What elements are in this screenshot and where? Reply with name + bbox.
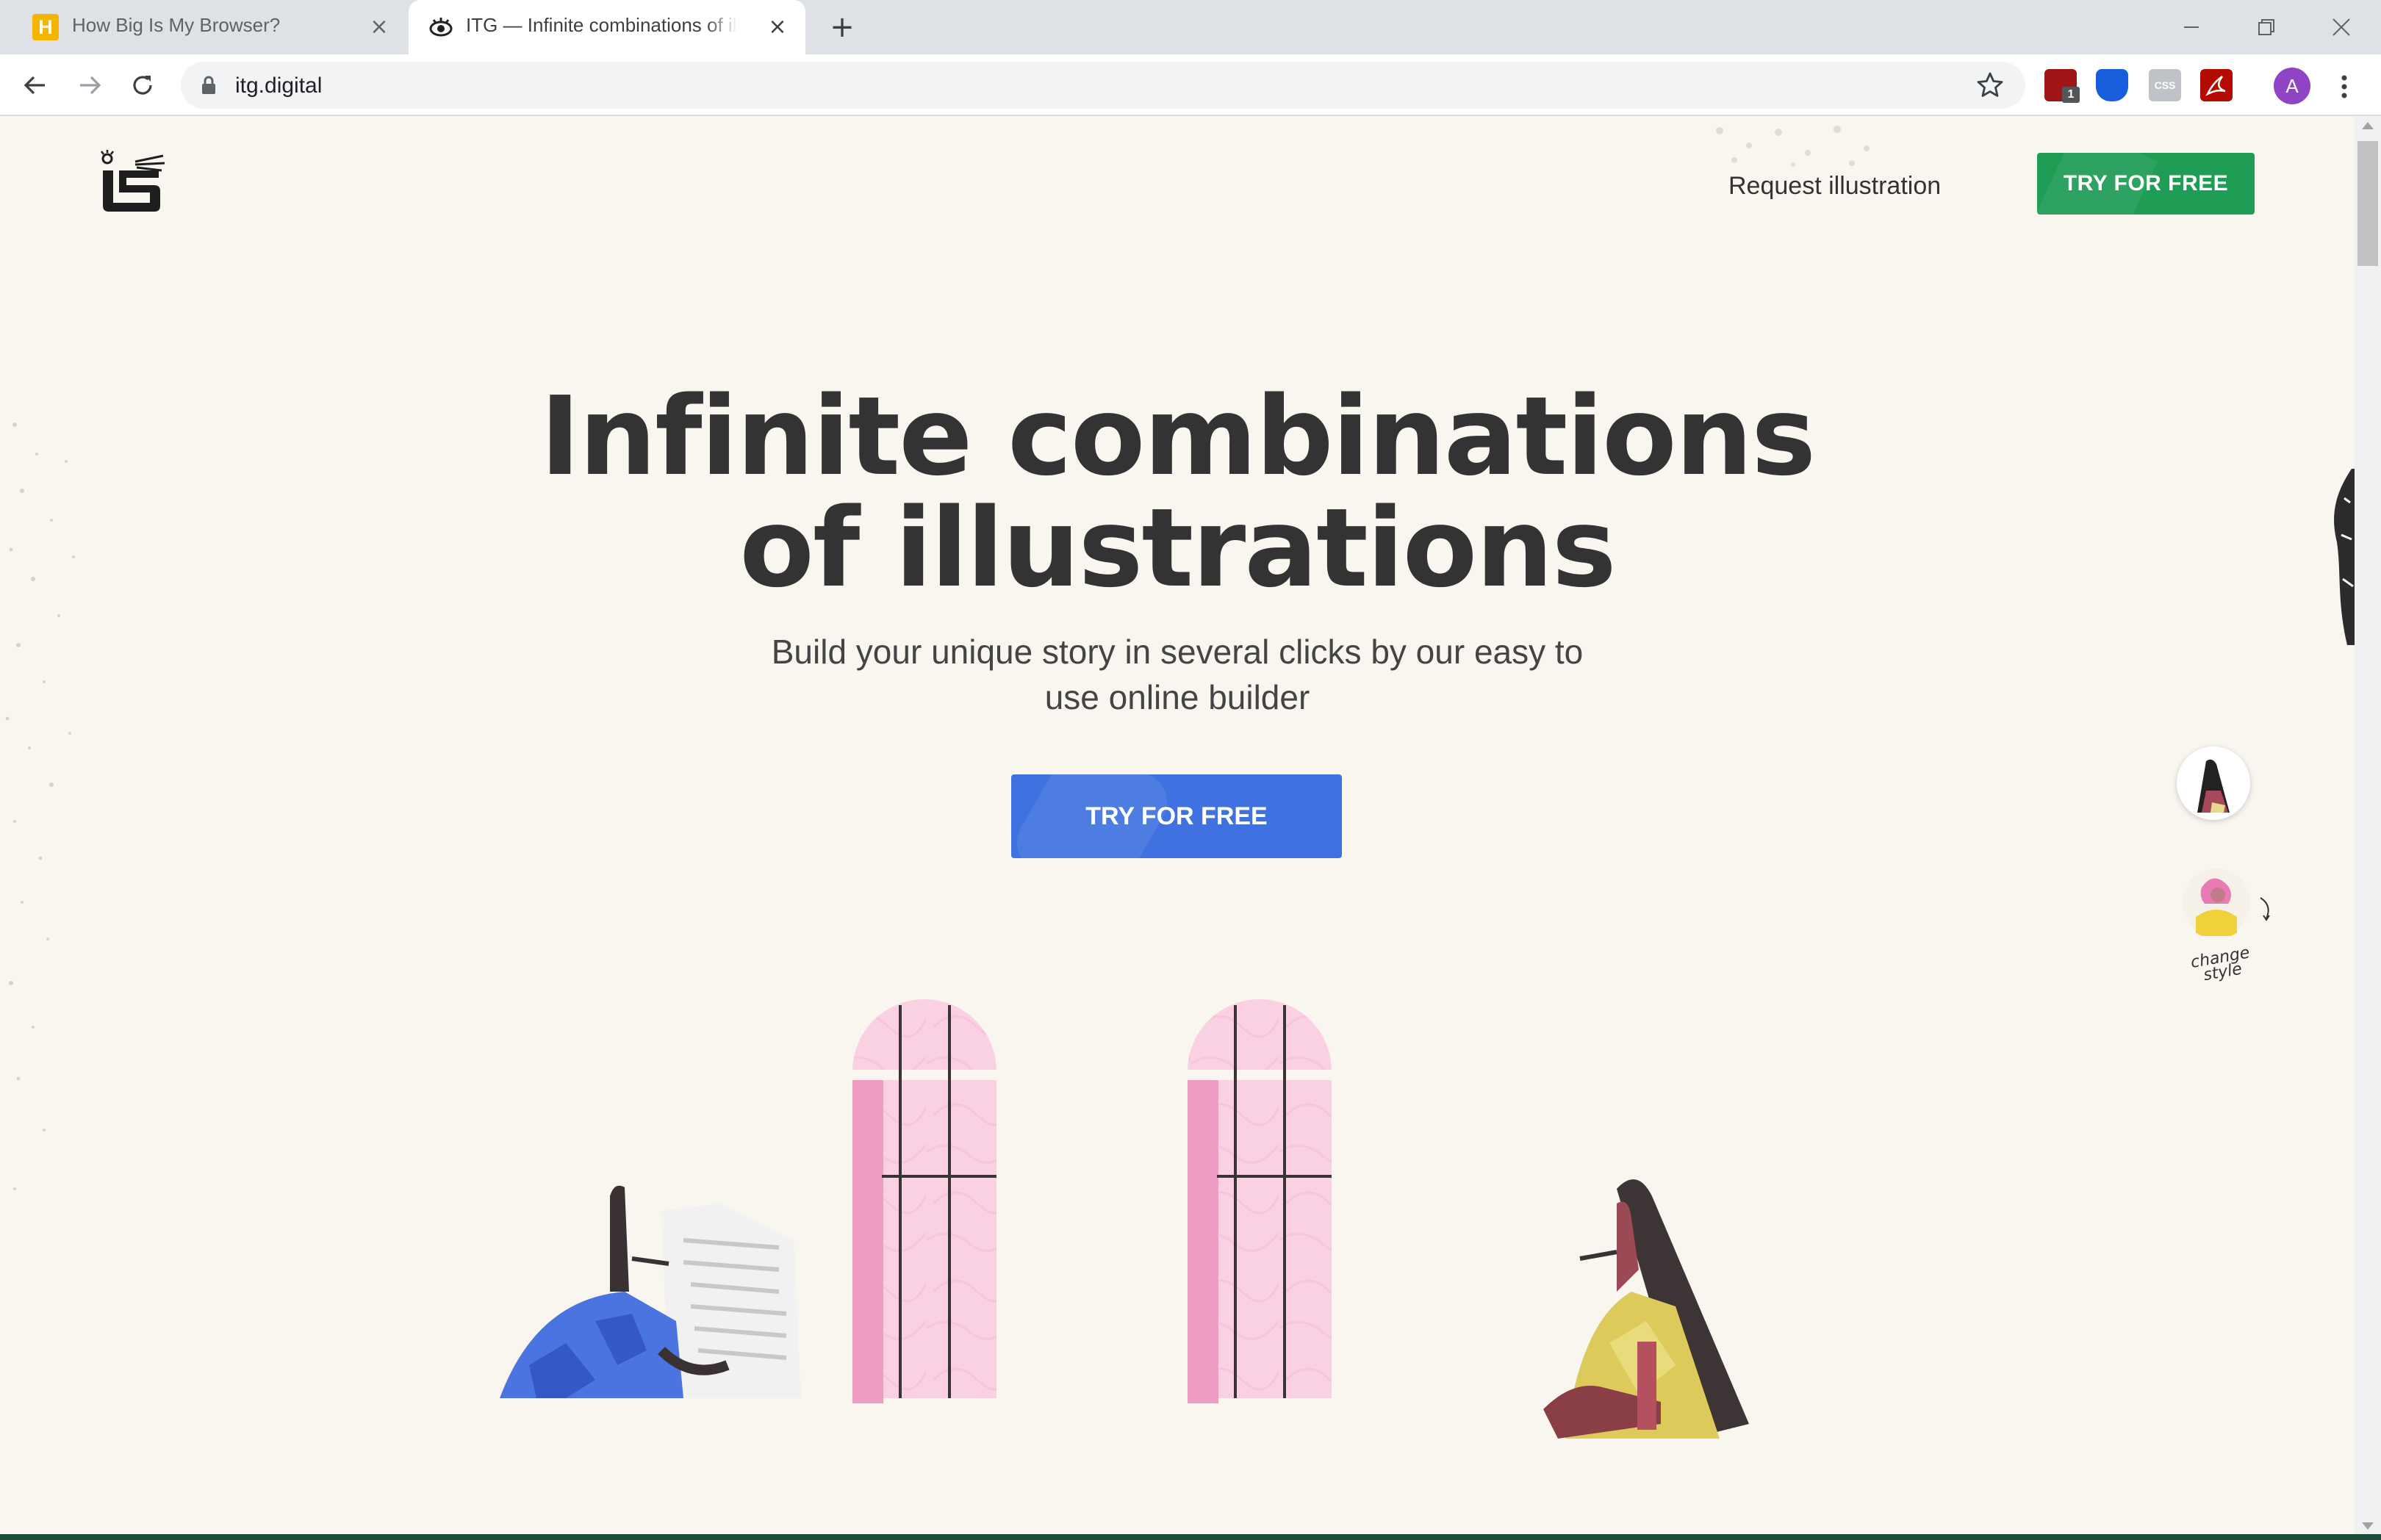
back-arrow-icon[interactable]: [18, 68, 53, 103]
request-illustration-link[interactable]: Request illustration: [1728, 172, 1941, 201]
window-minimize-icon[interactable]: [2169, 9, 2213, 46]
tab-title: How Big Is My Browser?: [72, 14, 281, 36]
ublock-extension-icon[interactable]: 1: [2044, 69, 2080, 103]
css-extension-icon[interactable]: CSS: [2149, 69, 2181, 101]
hero-title: Infinite combinations of illustrations: [441, 381, 1914, 604]
style-option-2[interactable]: [2180, 866, 2253, 939]
tab-close-icon[interactable]: ×: [766, 15, 789, 39]
tab-strip: H How Big Is My Browser? × ITG — Infinit…: [0, 0, 2381, 54]
itg-logo[interactable]: [97, 148, 168, 215]
bitwarden-extension-icon[interactable]: [2096, 69, 2128, 101]
acrobat-extension-icon[interactable]: [2200, 69, 2233, 101]
character-thumbnail-icon: [2183, 868, 2250, 936]
header-try-free-button[interactable]: TRY FOR FREE: [2037, 153, 2255, 215]
scrollbar-thumb[interactable]: [2357, 141, 2378, 266]
forward-arrow-icon[interactable]: [72, 68, 107, 103]
browser-toolbar: itg.digital 1 CSS A: [0, 54, 2381, 116]
hero-illustration: [500, 999, 1749, 1439]
eye-favicon-icon: [429, 18, 453, 37]
scroll-down-arrow-icon[interactable]: [2362, 1522, 2374, 1530]
more-menu-icon[interactable]: [2331, 72, 2357, 101]
woman-figure: [1543, 1179, 1749, 1439]
hero-cta-label: TRY FOR FREE: [1085, 802, 1268, 830]
hero-try-free-button[interactable]: TRY FOR FREE: [1011, 774, 1342, 858]
arched-window-right: [1188, 999, 1332, 1403]
profile-avatar[interactable]: A: [2274, 68, 2310, 104]
page-scrollbar[interactable]: [2355, 116, 2381, 1537]
tab-close-icon[interactable]: ×: [367, 15, 391, 39]
tab-itg[interactable]: ITG — Infinite combinations of illustrat…: [409, 0, 805, 54]
hero-subtitle: Build your unique story in several click…: [661, 629, 1693, 720]
left-speckle-texture: [5, 422, 75, 1190]
reload-icon[interactable]: [125, 68, 160, 103]
scroll-up-arrow-icon[interactable]: [2362, 122, 2374, 129]
bookmark-star-icon[interactable]: [1974, 69, 2006, 101]
arched-window-left: [852, 999, 996, 1403]
tab-title: ITG — Infinite combinations of illustrat…: [466, 14, 738, 36]
page-viewport: Request illustration TRY FOR FREE Infini…: [0, 116, 2355, 1537]
window-close-icon[interactable]: [2319, 9, 2363, 46]
url-text: itg.digital: [235, 73, 323, 98]
right-edge-illustration: [2334, 469, 2355, 645]
hero-subtitle-line-2: use online builder: [1044, 678, 1310, 716]
curl-arrow-icon: [2260, 897, 2270, 921]
hero-title-line-2: of illustrations: [739, 485, 1616, 611]
lock-icon: [202, 76, 215, 94]
window-bottom-border: [0, 1534, 2381, 1540]
header-cta-label: TRY FOR FREE: [2063, 171, 2229, 195]
top-speckle-texture: [1716, 126, 1870, 167]
hero-title-line-1: Infinite combinations: [539, 373, 1816, 500]
hero-subtitle-line-1: Build your unique story in several click…: [771, 633, 1584, 671]
man-reading-figure: [500, 1185, 801, 1398]
tab-favicon-h-icon: H: [32, 14, 59, 40]
address-bar[interactable]: itg.digital: [181, 62, 2025, 109]
change-style-label: change style: [2186, 943, 2257, 985]
new-tab-plus-icon[interactable]: +: [827, 12, 857, 42]
character-thumbnail-icon: [2197, 759, 2230, 813]
window-restore-icon[interactable]: [2244, 9, 2288, 46]
tab-how-big-is-my-browser[interactable]: H How Big Is My Browser? ×: [15, 0, 404, 54]
style-option-1[interactable]: [2177, 746, 2250, 820]
extension-badge: 1: [2062, 87, 2080, 103]
